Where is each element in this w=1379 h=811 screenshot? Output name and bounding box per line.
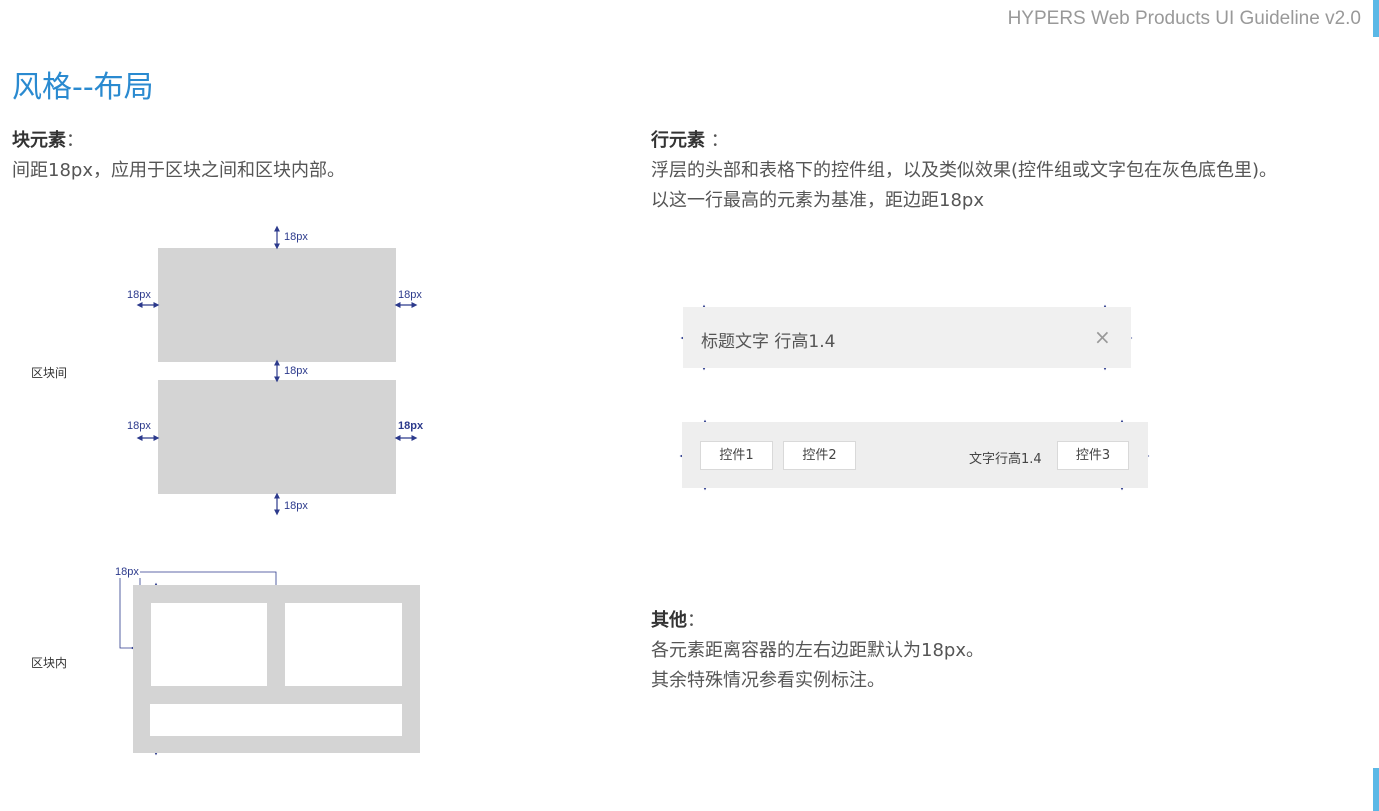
row-section-heading: 行元素 ： (651, 126, 729, 152)
close-icon[interactable]: × (1094, 325, 1111, 349)
leader-left (119, 578, 133, 649)
other-section-heading: 其他： (651, 606, 705, 632)
control-1-button[interactable]: 控件1 (700, 441, 773, 470)
row-section-line2: 以这一行最高的元素为基准，距边距18px (651, 190, 984, 211)
px-label-between: 18px (284, 365, 308, 377)
control-2-button[interactable]: 控件2 (783, 441, 856, 470)
row-section-line1: 浮层的头部和表格下的控件组，以及类似效果(控件组或文字包在灰色底色里)。 (651, 160, 1278, 181)
px-label-right-upper: 18px (398, 289, 422, 301)
other-heading-text: 其他 (651, 610, 687, 631)
other-heading-colon: ： (687, 610, 705, 631)
control-3-button[interactable]: 控件3 (1057, 441, 1129, 470)
px-label-inside: 18px (115, 566, 139, 578)
text-line-height-label: 文字行高1.4 (969, 452, 1042, 467)
row-heading-text: 行元素 (651, 130, 705, 151)
other-section-line1: 各元素距离容器的左右边距默认为18px。 (651, 640, 984, 661)
row-heading-colon: ： (705, 130, 729, 151)
px-label-bottom: 18px (284, 500, 308, 512)
px-label-left-lower: 18px (127, 420, 151, 432)
inner-block-3 (150, 704, 402, 736)
inner-block-1 (151, 603, 267, 686)
px-label-top: 18px (284, 231, 308, 243)
inner-block-2 (285, 603, 402, 686)
px-label-right-lower: 18px (398, 420, 424, 432)
other-section-line2: 其余特殊情况参看实例标注。 (651, 670, 885, 691)
px-label-left-upper: 18px (127, 289, 151, 301)
title-bar-text: 标题文字 行高1.4 (701, 332, 836, 352)
